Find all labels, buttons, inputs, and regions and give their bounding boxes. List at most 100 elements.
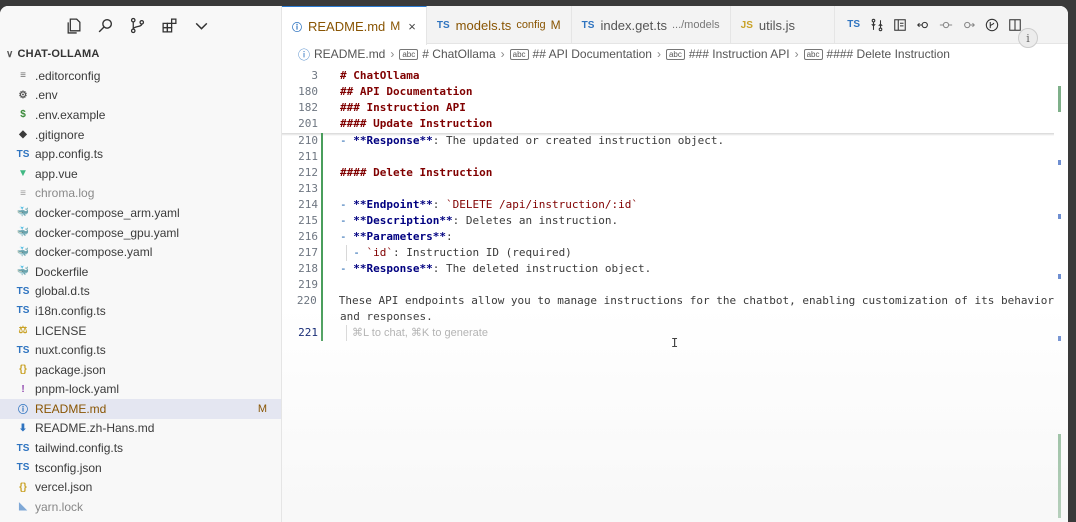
file-item[interactable]: TS tsconfig.json [0,458,281,478]
breadcrumb-item[interactable]: abc #### Delete Instruction [803,47,950,61]
file-item[interactable]: 🐳 docker-compose_arm.yaml [0,203,281,223]
breadcrumb-item[interactable]: abc ## API Documentation [509,47,652,61]
search-icon[interactable] [96,16,114,34]
files-icon[interactable] [64,16,82,34]
mouse-cursor-icon: I [671,336,679,350]
code-line[interactable]: 220 These API endpoints allow you to mana… [282,293,1054,309]
split-editor-icon[interactable] [1008,18,1022,32]
line-number: 220 [296,294,317,307]
breadcrumb-item[interactable]: abc ### Instruction API [665,47,790,61]
file-type-icon: ! [21,383,25,395]
file-name: README.zh-Hans.md [35,421,155,436]
circle-dot-icon[interactable] [939,18,953,32]
file-item[interactable]: {} package.json [0,360,281,380]
file-item[interactable]: ◣ yarn.lock [0,497,281,517]
code-line[interactable]: 218- **Response**: The deleted instructi… [282,261,1054,277]
file-item[interactable]: ⓘ README.md M [0,399,281,419]
info-button[interactable]: i [1018,28,1038,48]
folder-name: CHAT-OLLAMA [17,48,100,60]
file-item[interactable]: TS nuxt.config.ts [0,340,281,360]
file-item[interactable]: ▼ app.vue [0,164,281,184]
file-item[interactable]: 🐳 Dockerfile [0,262,281,282]
git-branch-icon[interactable] [985,18,999,32]
line-number: 219 [298,278,318,291]
tab-index-get-ts[interactable]: TS index.get.ts .../models [572,6,731,44]
file-name: docker-compose.yaml [35,245,153,260]
file-item[interactable]: ! pnpm-lock.yaml [0,380,281,400]
file-name: global.d.ts [35,284,90,299]
extensions-icon[interactable] [160,16,178,34]
code-line[interactable]: 213 [282,181,1054,197]
code-line[interactable]: 219 [282,277,1054,293]
code-editor[interactable]: 3 # ChatOllama 180 ## API Documentation 182 #… [282,64,1068,522]
file-name: app.config.ts [35,147,104,162]
tab-description: config [516,19,546,31]
sticky-header-line[interactable]: 182 ### Instruction API [282,100,1054,116]
breadcrumb-item[interactable]: abc # ChatOllama [399,47,496,61]
chevron-down-icon[interactable] [192,16,210,34]
line-number: 217 [298,246,318,259]
ruler-marker [1058,214,1061,219]
file-item[interactable]: 🐳 docker-compose.yaml [0,242,281,262]
code-line[interactable]: 210- **Response**: The updated or create… [282,133,1054,149]
breadcrumb: ⓘ README.md › abc # ChatOllama › abc ## API Doc… [298,46,1048,62]
sticky-header-line[interactable]: 201 #### Update Instruction [282,116,1054,132]
file-type-icon: 🐳 [16,246,30,258]
code-line[interactable]: 211 [282,149,1054,165]
breadcrumb-label: ## API Documentation [532,47,652,61]
ruler-marker [1058,160,1061,165]
file-item[interactable]: TS app.config.ts [0,144,281,164]
file-item[interactable]: ⬇ README.zh-Hans.md [0,419,281,439]
code-line[interactable]: 214- **Endpoint**: `DELETE /api/instruct… [282,197,1054,213]
file-type-icon: 🐳 [16,266,30,278]
file-item[interactable]: ≡ chroma.log [0,184,281,204]
code-line[interactable]: 212 #### Delete Instruction [282,165,1054,181]
file-item[interactable]: ⚙ .env [0,86,281,106]
file-item[interactable]: TS i18n.config.ts [0,301,281,321]
file-item[interactable]: {} vercel.json [0,477,281,497]
file-name: chroma.log [35,186,95,201]
file-type-icon: ⬇ [18,422,28,434]
tab-models-ts[interactable]: TS models.ts config M [427,6,572,44]
code-line[interactable]: 217 - `id`: Instruction ID (required) [282,245,1054,261]
code-token: - [340,214,354,227]
chevron-right-icon: › [794,47,799,61]
file-item[interactable]: ≡ .editorconfig [0,66,281,86]
compare-icon[interactable] [870,18,884,32]
go-back-icon[interactable] [916,18,930,32]
folder-header[interactable]: ∨ CHAT-OLLAMA [0,44,281,64]
code-line[interactable]: 215- **Description**: Deletes an instruc… [282,213,1054,229]
file-item[interactable]: 🐳 docker-compose_gpu.yaml [0,223,281,243]
tab-utils-js[interactable]: JS utils.js [731,6,835,44]
file-item[interactable]: $ .env.example [0,105,281,125]
chevron-right-icon: › [656,47,661,61]
code-token: : The deleted instruction object. [432,262,652,275]
go-forward-icon[interactable] [962,18,976,32]
split-icon[interactable] [893,18,907,32]
source-control-icon[interactable] [128,16,146,34]
file-item[interactable]: TS global.d.ts [0,282,281,302]
file-tree: ≡ .editorconfig ⚙ .env $ .env.example ◆ .gitign… [0,66,281,517]
code-token: **Response** [353,134,433,147]
overview-ruler[interactable] [1056,64,1068,522]
sticky-header-line[interactable]: 180 ## API Documentation [282,84,1054,100]
code-line[interactable]: 216- **Parameters**: [282,229,1054,245]
tab-readme-md[interactable]: ⓘ README.md M × [282,6,427,45]
file-name: app.vue [35,166,78,181]
close-icon[interactable]: × [408,19,416,34]
file-type-icon: {} [19,364,27,376]
code-token: - [340,230,354,243]
file-item[interactable]: TS tailwind.config.ts [0,438,281,458]
file-name: i18n.config.ts [35,303,106,318]
code-token: - [340,246,367,259]
code-line[interactable]: and responses. [282,309,1054,325]
code-line[interactable]: 221 ⌘L to chat, ⌘K to generate [282,325,1054,341]
code-token: `DELETE /api/instruction/:id` [445,198,639,211]
file-item[interactable]: ⚖ LICENSE [0,321,281,341]
file-item[interactable]: ◆ .gitignore [0,125,281,145]
breadcrumb-item[interactable]: ⓘ README.md [298,46,385,63]
sticky-header-line[interactable]: 3 # ChatOllama [282,68,1054,84]
file-type-icon: TS [16,462,30,474]
ts-icon[interactable]: TS [847,18,861,32]
code-token: `id` [366,246,394,259]
